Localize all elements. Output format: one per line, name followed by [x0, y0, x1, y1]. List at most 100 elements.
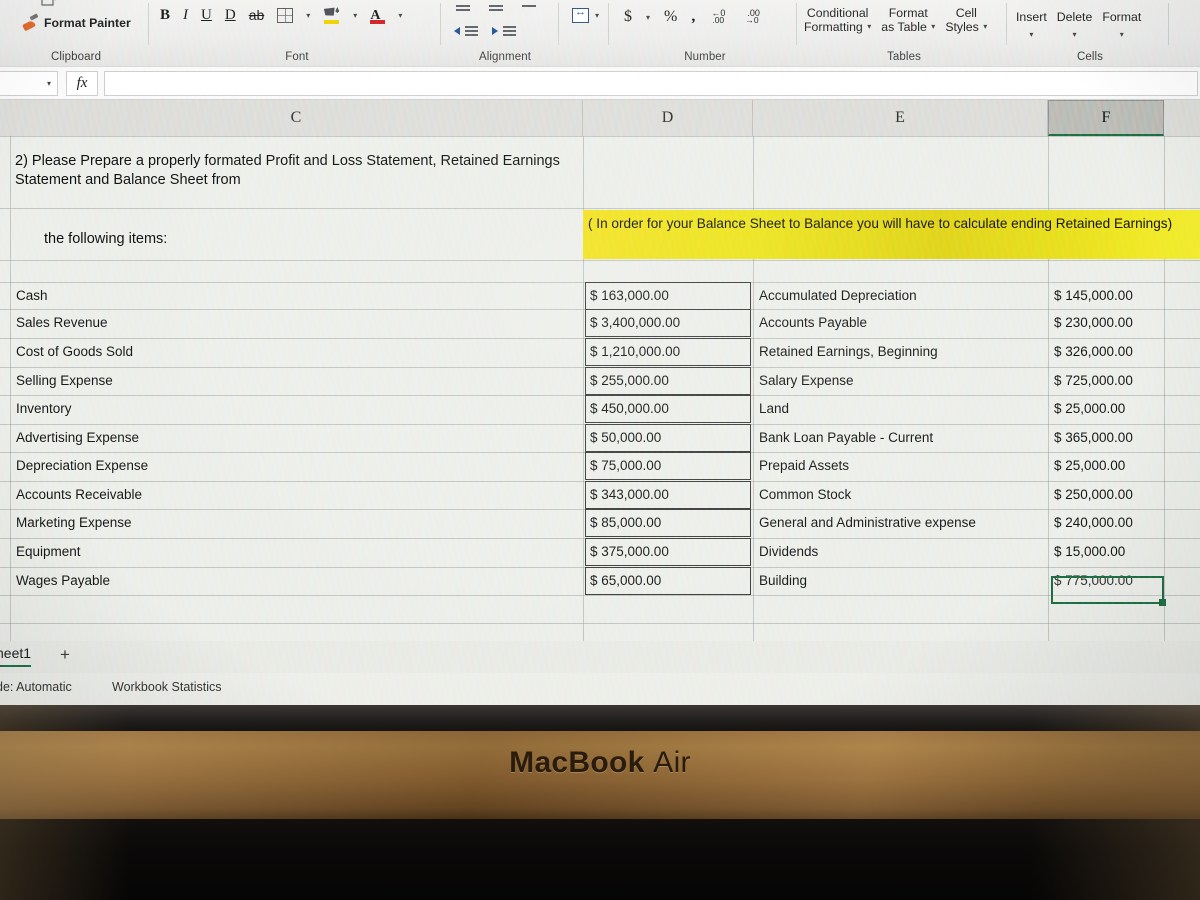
format-as-table-chevron-down-icon[interactable]: ▾: [931, 22, 935, 31]
cell-c-11[interactable]: Wages Payable: [12, 567, 580, 595]
cell-f-2[interactable]: $ 230,000.00: [1050, 309, 1163, 337]
format-as-table-button[interactable]: Format as Table ▾: [881, 6, 935, 34]
column-header-c[interactable]: C: [10, 100, 583, 136]
decrease-decimal-icon[interactable]: .00 →0: [743, 8, 763, 26]
cell-c-6[interactable]: Advertising Expense: [12, 424, 580, 452]
italic-button[interactable]: I: [183, 7, 188, 23]
cell-e-1[interactable]: Accumulated Depreciation: [755, 282, 1046, 310]
ribbon-group-merge: ▾: [562, 0, 612, 66]
cell-d-6[interactable]: $ 50,000.00: [585, 424, 751, 452]
format-painter-button[interactable]: Format Painter: [22, 14, 131, 31]
cell-d-1[interactable]: $ 163,000.00: [585, 282, 751, 310]
cell-e-11[interactable]: Building: [755, 567, 1046, 595]
cell-e-4[interactable]: Salary Expense: [755, 367, 1046, 395]
balance-note-highlight[interactable]: ( In order for your Balance Sheet to Bal…: [583, 210, 1200, 259]
fill-handle[interactable]: [1159, 599, 1166, 606]
cell-f-1[interactable]: $ 145,000.00: [1050, 282, 1163, 310]
spreadsheet-grid[interactable]: 2) Please Prepare a properly formated Pr…: [0, 136, 1200, 641]
delete-chevron-down-icon[interactable]: ▾: [1057, 30, 1093, 39]
cell-f-10[interactable]: $ 15,000.00: [1050, 538, 1163, 566]
cell-c-4[interactable]: Selling Expense: [12, 367, 580, 395]
strikethrough-button[interactable]: ab: [249, 8, 265, 22]
cell-d-5[interactable]: $ 450,000.00: [585, 395, 751, 423]
cell-f-4[interactable]: $ 725,000.00: [1050, 367, 1163, 395]
insert-function-button[interactable]: fx: [66, 71, 98, 96]
question-text[interactable]: 2) Please Prepare a properly formated Pr…: [12, 150, 582, 204]
cell-e-10[interactable]: Dividends: [755, 538, 1046, 566]
cell-f-5[interactable]: $ 25,000.00: [1050, 395, 1163, 423]
question-subtext[interactable]: the following items:: [44, 231, 167, 247]
cell-f-9[interactable]: $ 240,000.00: [1050, 509, 1163, 537]
cell-e-8[interactable]: Common Stock: [755, 481, 1046, 509]
cell-c-3[interactable]: Cost of Goods Sold: [12, 338, 580, 366]
cell-c-9[interactable]: Marketing Expense: [12, 509, 580, 537]
name-box[interactable]: ▾: [0, 71, 58, 96]
column-header-d[interactable]: D: [583, 100, 753, 136]
conditional-formatting-button[interactable]: Conditional Formatting ▾: [804, 6, 871, 34]
cell-d-2[interactable]: $ 3,400,000.00: [585, 309, 751, 337]
name-box-chevron-down-icon[interactable]: ▾: [47, 79, 51, 88]
cell-c-10[interactable]: Equipment: [12, 538, 580, 566]
currency-format-button[interactable]: $: [624, 9, 632, 25]
underline-button[interactable]: U: [201, 7, 212, 23]
cell-styles-button[interactable]: Cell Styles ▾: [945, 6, 987, 34]
borders-icon[interactable]: [277, 7, 294, 23]
currency-chevron-down-icon[interactable]: ▾: [646, 13, 650, 22]
cell-c-1[interactable]: Cash: [12, 282, 580, 310]
cell-styles-chevron-down-icon[interactable]: ▾: [983, 22, 987, 31]
font-color-chevron-down-icon[interactable]: ▾: [398, 11, 402, 20]
cell-d-11[interactable]: $ 65,000.00: [585, 567, 751, 595]
merge-chevron-down-icon[interactable]: ▾: [595, 11, 599, 20]
cell-d-9[interactable]: $ 85,000.00: [585, 509, 751, 537]
fill-color-chevron-down-icon[interactable]: ▾: [353, 11, 357, 20]
align-top-icon[interactable]: [454, 4, 473, 17]
cell-e-5[interactable]: Land: [755, 395, 1046, 423]
column-header-f[interactable]: F: [1048, 100, 1164, 136]
cell-d-10[interactable]: $ 375,000.00: [585, 538, 751, 566]
double-underline-button[interactable]: D: [225, 7, 236, 23]
bold-button[interactable]: B: [160, 7, 170, 23]
conditional-formatting-chevron-down-icon[interactable]: ▾: [867, 22, 871, 31]
cell-e-3[interactable]: Retained Earnings, Beginning: [755, 338, 1046, 366]
cell-d-8[interactable]: $ 343,000.00: [585, 481, 751, 509]
cell-f-6[interactable]: $ 365,000.00: [1050, 424, 1163, 452]
cell-e-2[interactable]: Accounts Payable: [755, 309, 1046, 337]
formula-input[interactable]: [104, 71, 1198, 96]
merge-cells-icon[interactable]: [572, 6, 589, 23]
cell-f-8[interactable]: $ 250,000.00: [1050, 481, 1163, 509]
cell-e-9[interactable]: General and Administrative expense: [755, 509, 1046, 537]
borders-chevron-down-icon[interactable]: ▾: [306, 11, 310, 20]
selected-cell[interactable]: [1051, 576, 1166, 606]
cell-d-3[interactable]: $ 1,210,000.00: [585, 338, 751, 366]
column-header-e[interactable]: E: [753, 100, 1048, 136]
cell-c-8[interactable]: Accounts Receivable: [12, 481, 580, 509]
delete-cells-button[interactable]: Delete ▾: [1057, 8, 1093, 39]
cell-c-7[interactable]: Depreciation Expense: [12, 452, 580, 480]
cell-e-6[interactable]: Bank Loan Payable - Current: [755, 424, 1046, 452]
cell-d-4[interactable]: $ 255,000.00: [585, 367, 751, 395]
increase-decimal-icon[interactable]: ←0.00: [709, 8, 729, 26]
insert-chevron-down-icon[interactable]: ▾: [1016, 30, 1047, 39]
cell-c-2[interactable]: Sales Revenue: [12, 309, 580, 337]
align-bottom-icon[interactable]: [520, 4, 539, 17]
align-middle-icon[interactable]: [487, 4, 506, 17]
format-chevron-down-icon[interactable]: ▾: [1102, 30, 1141, 39]
clipboard-paste-icon[interactable]: [38, 0, 60, 6]
cell-f-7[interactable]: $ 25,000.00: [1050, 452, 1163, 480]
workbook-statistics-button[interactable]: Workbook Statistics: [112, 680, 222, 694]
insert-cells-button[interactable]: Insert ▾: [1016, 8, 1047, 39]
status-bar: de: Automatic Workbook Statistics: [0, 673, 1200, 705]
format-cells-button[interactable]: Format ▾: [1102, 8, 1141, 39]
sheet-tab-sheet1[interactable]: heet1: [0, 645, 32, 667]
comma-format-button[interactable]: ,: [691, 9, 695, 25]
cell-c-5[interactable]: Inventory: [12, 395, 580, 423]
fill-color-icon[interactable]: [323, 6, 340, 24]
cell-d-7[interactable]: $ 75,000.00: [585, 452, 751, 480]
increase-indent-icon[interactable]: [492, 24, 516, 37]
percent-format-button[interactable]: %: [664, 9, 677, 25]
cell-f-3[interactable]: $ 326,000.00: [1050, 338, 1163, 366]
cell-e-7[interactable]: Prepaid Assets: [755, 452, 1046, 480]
font-color-icon[interactable]: A: [370, 6, 386, 24]
add-sheet-button[interactable]: +: [60, 645, 70, 665]
decrease-indent-icon[interactable]: [454, 24, 478, 37]
